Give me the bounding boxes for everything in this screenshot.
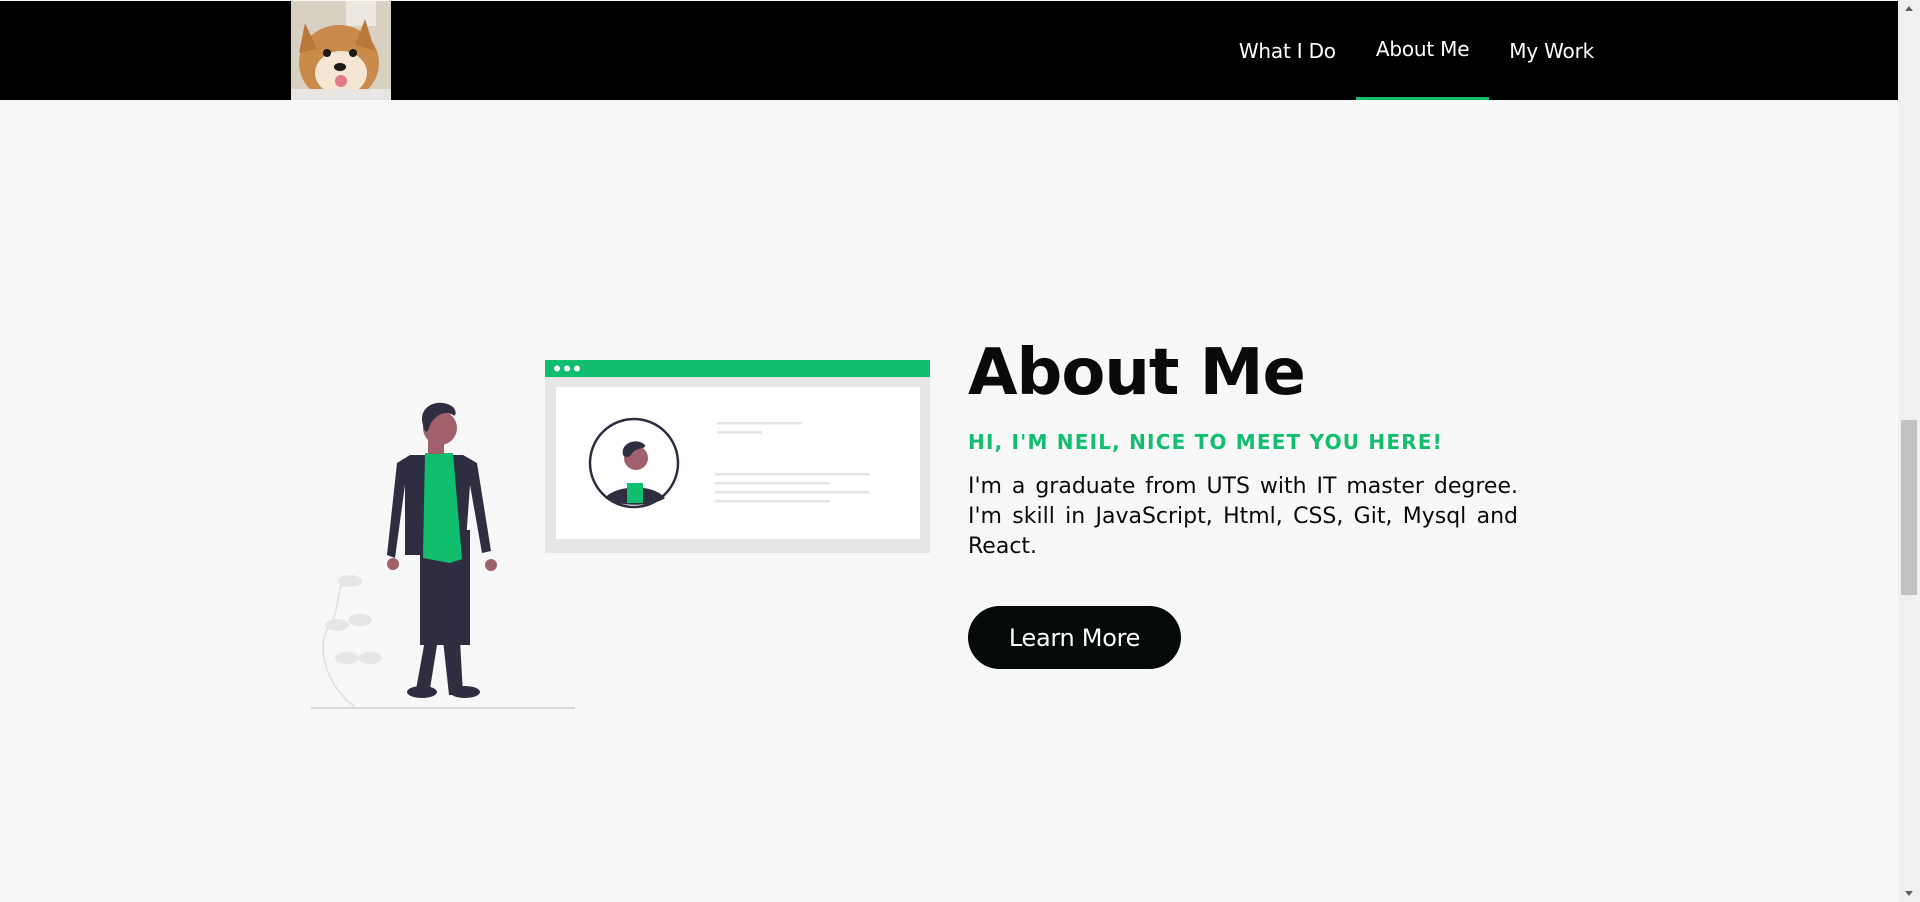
main-nav: What I Do About Me My Work [1219,1,1614,100]
about-description: I'm a graduate from UTS with IT master d… [968,474,1518,559]
top-navbar: What I Do About Me My Work [0,1,1898,100]
person-figure [387,402,497,698]
nav-link-about-me[interactable]: About Me [1355,1,1490,100]
plant-decoration [322,575,382,708]
scroll-up-icon[interactable] [1905,6,1913,11]
nav-link-what-i-do[interactable]: What I Do [1219,1,1356,100]
scroll-down-icon[interactable] [1905,891,1913,896]
nav-link-label: What I Do [1238,38,1336,63]
logo-dog-image[interactable] [291,1,391,100]
about-me-illustration [305,355,935,713]
nav-link-my-work[interactable]: My Work [1489,1,1614,100]
learn-more-button[interactable]: Learn More [968,606,1181,669]
nav-link-label: My Work [1509,38,1594,63]
nav-link-label: About Me [1375,36,1470,61]
vertical-scrollbar[interactable] [1898,0,1920,902]
scrollbar-thumb[interactable] [1901,420,1917,595]
dog-photo-icon [291,1,391,100]
page-title: About Me [968,336,1306,410]
active-nav-indicator [1355,97,1490,100]
about-me-content: About Me HI, I'M NEIL, NICE TO MEET YOU … [968,330,1518,669]
greeting-subtitle: HI, I'M NEIL, NICE TO MEET YOU HERE! [968,430,1443,454]
profile-card-window [545,360,930,553]
